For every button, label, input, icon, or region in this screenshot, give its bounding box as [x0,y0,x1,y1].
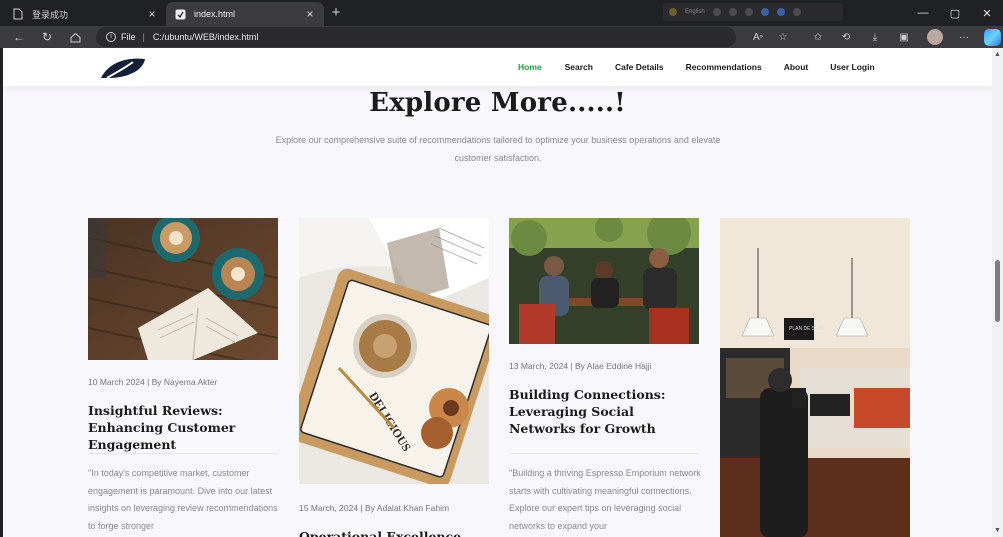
address-bar[interactable]: i File | C:/ubuntu/WEB/index.html [96,27,736,47]
post-excerpt: "Building a thriving Espresso Emporium n… [509,468,701,531]
page-viewport: Home Search Cafe Details Recommendations… [3,48,992,537]
collections-icon[interactable]: ▣ [896,29,912,45]
window-controls: — ▢ ✕ [907,0,1003,26]
section-subtext: Explore our comprehensive suite of recom… [275,135,721,163]
tab-login-success[interactable]: 登录成功 × [4,2,166,26]
site-navbar: Home Search Cafe Details Recommendations… [3,48,992,86]
page-icon [12,8,24,20]
maximize-icon[interactable]: ▢ [939,0,971,26]
tab-index-html[interactable]: index.html × [166,2,324,26]
nav-about[interactable]: About [784,62,809,72]
nav-recommendations[interactable]: Recommendations [686,62,762,72]
read-aloud-icon[interactable]: A» [750,29,766,45]
toolbar-dot-icon[interactable] [744,8,753,16]
avatar[interactable] [927,29,943,45]
browser-window: 登录成功 × index.html × + English — ▢ ✕ ← ↻ … [0,0,1003,537]
more-menu-icon[interactable]: ··· [956,29,972,45]
minimize-icon[interactable]: — [907,0,939,26]
page-scrollbar[interactable]: ▲ ▼ [992,48,1003,537]
new-tab-button[interactable]: + [328,4,344,22]
cafe-counter-photo[interactable]: PLAN DE SUNI [720,218,910,537]
section-heading: Explore More.....! [369,88,626,118]
download-icon[interactable]: ⤓ [867,29,883,45]
url-text[interactable]: C:/ubuntu/WEB/index.html [153,32,259,42]
favorites-icon[interactable]: ✩ [810,29,826,45]
home-icon[interactable] [66,28,84,46]
tab-strip: 登录成功 × index.html × + English — ▢ ✕ [0,0,1003,26]
coffee-and-book-photo[interactable] [88,218,278,360]
scroll-down-icon[interactable]: ▼ [994,527,1001,535]
tab-label: 登录成功 [32,9,69,20]
post-title[interactable]: Operational Excellence [299,528,489,537]
toolbar-dot-icon[interactable] [728,8,737,16]
copilot-icon[interactable] [984,29,1001,46]
toolbar-dot-icon[interactable] [776,8,785,16]
tab-label: index.html [194,9,236,19]
latte-and-cookies-photo[interactable]: DELICIOUS [299,218,489,484]
history-icon[interactable]: ⟲ [838,29,854,45]
floating-label: English [685,9,705,15]
browser-toolbar: ← ↻ i File | C:/ubuntu/WEB/index.html A»… [0,26,1003,48]
post-excerpt: "In today's competitive market, customer… [88,468,278,531]
floating-toolbar: English [663,3,843,21]
toolbar-dot-icon[interactable] [792,8,801,16]
post-title[interactable]: Insightful Reviews: Enhancing Customer E… [88,402,278,453]
nav-links: Home Search Cafe Details Recommendations… [518,48,875,86]
nav-search[interactable]: Search [565,62,593,72]
back-icon[interactable]: ← [10,28,28,46]
friends-at-cafe-photo[interactable] [509,218,699,344]
post-title[interactable]: Building Connections: Leveraging Social … [509,386,701,437]
toolbar-dot-icon[interactable] [712,8,721,16]
post-meta: 10 March 2024 | By Nayema Akter [88,377,218,387]
nav-home[interactable]: Home [518,62,542,72]
html-file-icon [174,8,186,20]
nav-user-login[interactable]: User Login [830,62,874,72]
post-meta: 15 March, 2024 | By Adalat Khan Fahim [299,503,450,513]
scroll-thumb[interactable] [995,260,1000,322]
url-separator: | [142,32,145,42]
card-divider [509,453,699,454]
close-icon[interactable]: × [146,7,158,21]
scroll-up-icon[interactable]: ▲ [994,51,1001,59]
refresh-icon[interactable]: ↻ [38,28,56,46]
post-meta: 13 March, 2024 | By Alae Eddine Hajji [509,361,652,371]
brand-logo[interactable] [99,56,149,80]
favorite-star-icon[interactable]: ☆ [775,29,791,45]
toolbar-dot-icon[interactable] [760,8,769,16]
info-icon[interactable]: i [106,32,116,42]
card-divider [88,453,278,454]
cafe-sign-text: PLAN DE SUNI [789,326,824,332]
nav-cafe-details[interactable]: Cafe Details [615,62,664,72]
close-window-icon[interactable]: ✕ [971,0,1003,26]
url-scheme: File [121,32,136,42]
close-icon[interactable]: × [304,7,316,21]
toolbar-dot-icon[interactable] [669,8,677,16]
